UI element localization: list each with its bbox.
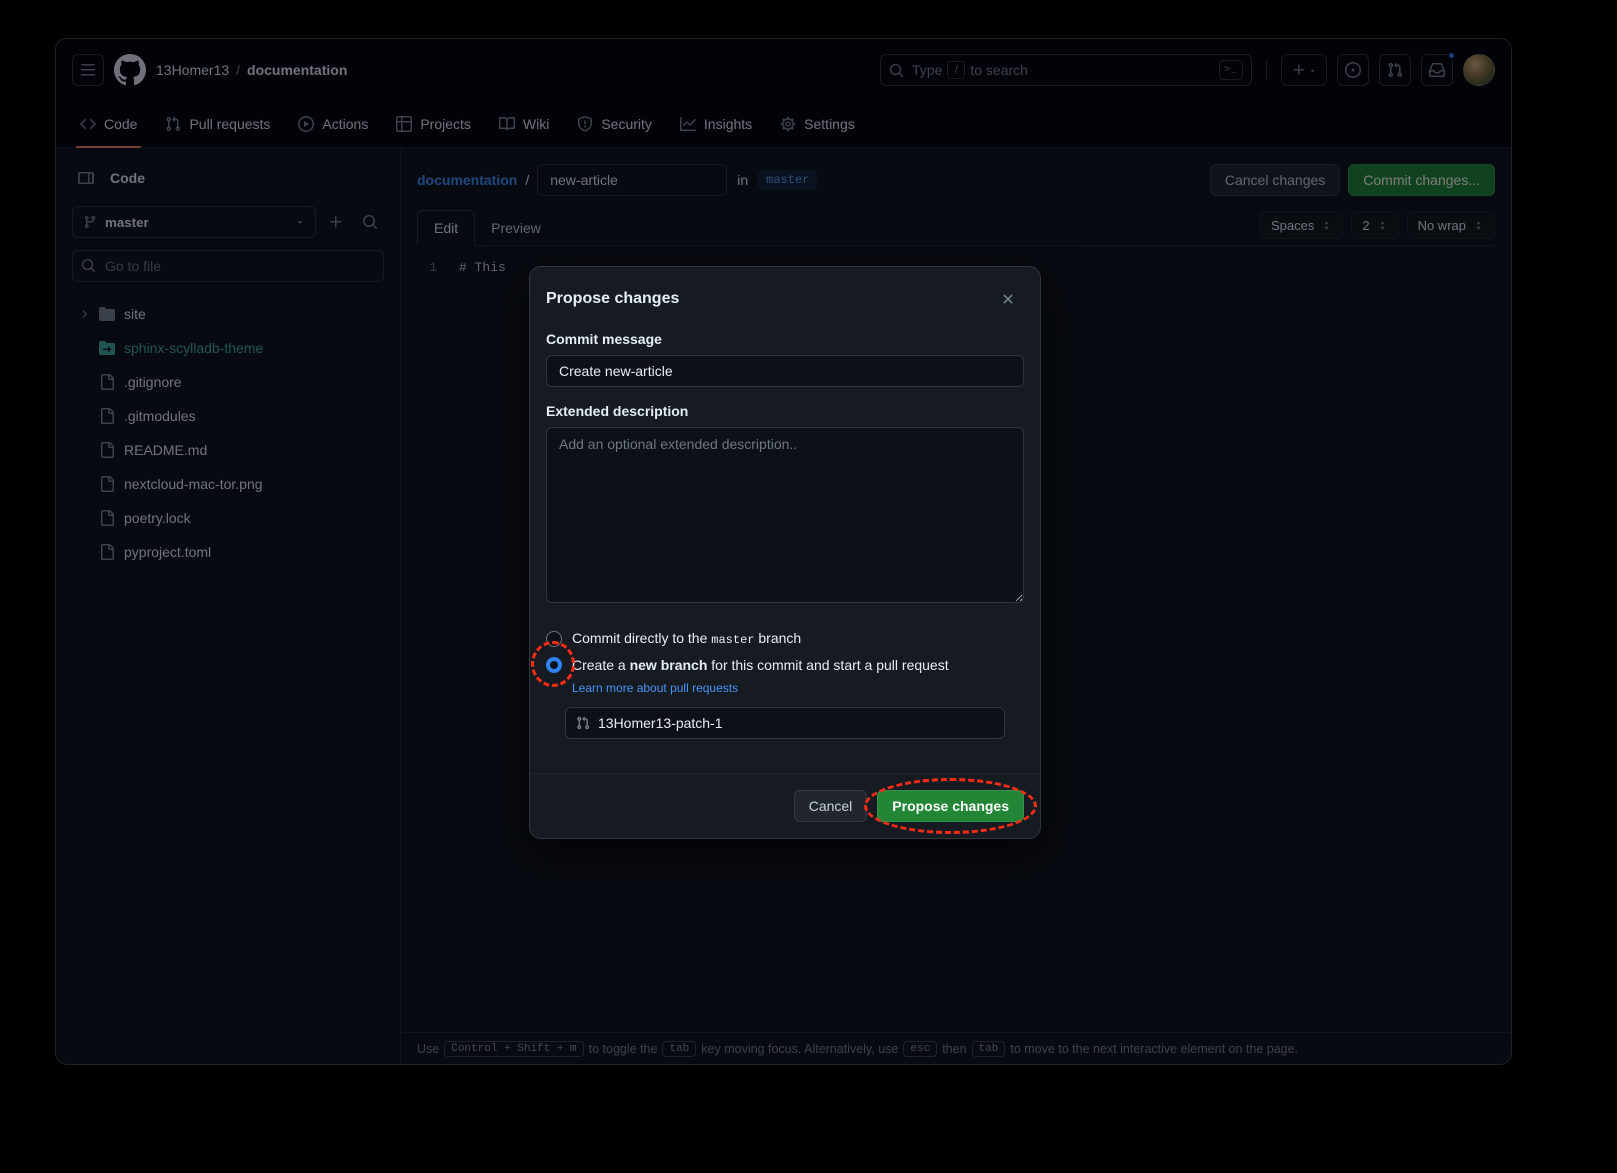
learn-more-link[interactable]: Learn more about pull requests — [572, 681, 738, 695]
dialog-title: Propose changes — [546, 290, 679, 308]
extended-description-label: Extended description — [546, 403, 1024, 419]
commit-message-input[interactable] — [546, 355, 1024, 387]
cancel-button[interactable]: Cancel — [794, 790, 868, 822]
git-pull-request-icon — [576, 716, 590, 730]
close-dialog-button[interactable] — [992, 283, 1024, 315]
extended-description-textarea[interactable] — [546, 427, 1024, 603]
github-window: 13Homer13 / documentation Type / to sear… — [55, 38, 1512, 1065]
radio-commit-direct-label: Commit directly to the master branch — [572, 630, 801, 647]
radio-checked-icon[interactable] — [546, 657, 562, 673]
propose-changes-button[interactable]: Propose changes — [877, 790, 1024, 822]
new-branch-name-input[interactable] — [598, 715, 994, 731]
close-icon — [1000, 291, 1016, 307]
new-branch-name-field — [565, 707, 1005, 739]
branch-name-code: master — [711, 633, 754, 647]
radio-create-branch-label: Create a new branch for this commit and … — [572, 657, 949, 673]
propose-changes-dialog: Propose changes Commit message Extended … — [529, 266, 1041, 839]
radio-create-branch[interactable]: Create a new branch for this commit and … — [546, 657, 1024, 673]
radio-unchecked-icon[interactable] — [546, 631, 562, 647]
commit-message-label: Commit message — [546, 331, 1024, 347]
radio-commit-direct[interactable]: Commit directly to the master branch — [546, 630, 1024, 647]
